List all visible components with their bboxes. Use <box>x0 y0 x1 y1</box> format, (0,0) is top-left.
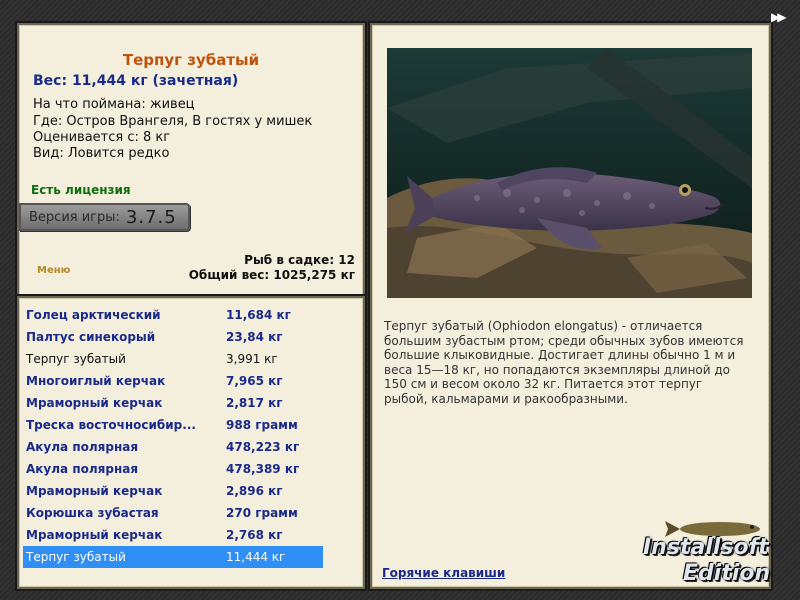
license-status: Есть лицензия <box>31 183 131 197</box>
catch-row-weight: 270 грамм <box>226 506 298 520</box>
catch-list: Голец арктический 11,684 кг Палтус синекор… <box>23 304 323 568</box>
catch-list-row[interactable]: Терпуг зубатый 11,444 кг <box>23 546 323 568</box>
fish-info-panel: Терпуг зубатый Вес: 11,444 кг (зачетная)… <box>17 23 365 297</box>
caught-on-text: На что поймана: живец <box>33 97 195 112</box>
fish-photo <box>387 48 752 298</box>
logo-line1: Installsoft <box>643 535 769 560</box>
catch-list-row[interactable]: Мраморный керчак 2,768 кг <box>23 524 323 546</box>
fish-description: Терпуг зубатый (Ophiodon elongatus) - от… <box>384 319 744 406</box>
catch-row-weight: 2,817 кг <box>226 396 283 410</box>
fish-photo-image <box>387 48 752 298</box>
catch-row-weight: 3,991 кг <box>226 352 278 366</box>
catch-row-name: Голец арктический <box>26 308 161 322</box>
catch-row-weight: 2,896 кг <box>226 484 283 498</box>
catch-row-name: Треска восточносибир... <box>26 418 196 432</box>
valued-from-text: Оценивается с: 8 кг <box>33 130 171 145</box>
catch-row-name: Корюшка зубастая <box>26 506 159 520</box>
installsoft-logo: Installsoft Edition <box>640 515 795 595</box>
catch-row-name: Акула полярная <box>26 462 139 476</box>
catch-list-row[interactable]: Мраморный керчак 2,896 кг <box>23 480 323 502</box>
species-note-text: Вид: Ловится редко <box>33 146 170 161</box>
fish-weight: Вес: 11,444 кг (зачетная) <box>33 73 239 89</box>
catch-row-weight: 7,965 кг <box>226 374 283 388</box>
catch-list-row[interactable]: Голец арктический 11,684 кг <box>23 304 323 326</box>
catch-row-name: Акула полярная <box>26 440 139 454</box>
hotkeys-link[interactable]: Горячие клавиши <box>382 566 505 580</box>
catch-list-row[interactable]: Акула полярная 478,389 кг <box>23 458 323 480</box>
catch-row-name: Мраморный керчак <box>26 528 163 542</box>
logo-line2: Edition <box>683 561 771 586</box>
cage-total-weight: Общий вес: 1025,275 кг <box>188 268 355 282</box>
cage-count: Рыб в садке: 12 <box>244 253 355 267</box>
catch-row-name: Терпуг зубатый <box>26 352 126 366</box>
next-arrows-icon[interactable]: ▶▶ <box>771 10 787 24</box>
catch-row-weight: 23,84 кг <box>226 330 283 344</box>
fish-title: Терпуг зубатый <box>122 51 260 69</box>
catch-row-weight: 478,223 кг <box>226 440 300 454</box>
catch-row-weight: 11,444 кг <box>226 550 286 564</box>
catch-row-weight: 2,768 кг <box>226 528 283 542</box>
catch-list-row[interactable]: Терпуг зубатый 3,991 кг <box>23 348 323 370</box>
catch-row-name: Многоиглый керчак <box>26 374 166 388</box>
catch-row-weight: 988 грамм <box>226 418 298 432</box>
description-panel: Терпуг зубатый (Ophiodon elongatus) - от… <box>370 23 771 589</box>
catch-list-row[interactable]: Мраморный керчак 2,817 кг <box>23 392 323 414</box>
catch-list-panel: Голец арктический 11,684 кг Палтус синекор… <box>17 296 365 589</box>
menu-button[interactable]: Меню <box>37 265 70 276</box>
catch-list-row[interactable]: Палтус синекорый 23,84 кг <box>23 326 323 348</box>
catch-row-name: Терпуг зубатый <box>26 550 126 564</box>
version-label: Версия игры: <box>29 209 120 225</box>
catch-list-row[interactable]: Многоиглый керчак 7,965 кг <box>23 370 323 392</box>
catch-list-row[interactable]: Акула полярная 478,223 кг <box>23 436 323 458</box>
cage-summary: Рыб в садке: 12 Общий вес: 1025,275 кг <box>189 253 355 283</box>
catch-list-row[interactable]: Корюшка зубастая 270 грамм <box>23 502 323 524</box>
catch-row-name: Мраморный керчак <box>26 396 163 410</box>
catch-row-weight: 478,389 кг <box>226 462 300 476</box>
catch-row-weight: 11,684 кг <box>226 308 291 322</box>
location-text: Где: Остров Врангеля, В гостях у мишек <box>33 114 313 129</box>
catch-row-name: Мраморный керчак <box>26 484 163 498</box>
version-number: 3.7.5 <box>125 206 177 228</box>
catch-row-name: Палтус синекорый <box>26 330 156 344</box>
catch-list-row[interactable]: Треска восточносибир... 988 грамм <box>23 414 323 436</box>
version-badge: Версия игры: 3.7.5 <box>19 203 190 231</box>
